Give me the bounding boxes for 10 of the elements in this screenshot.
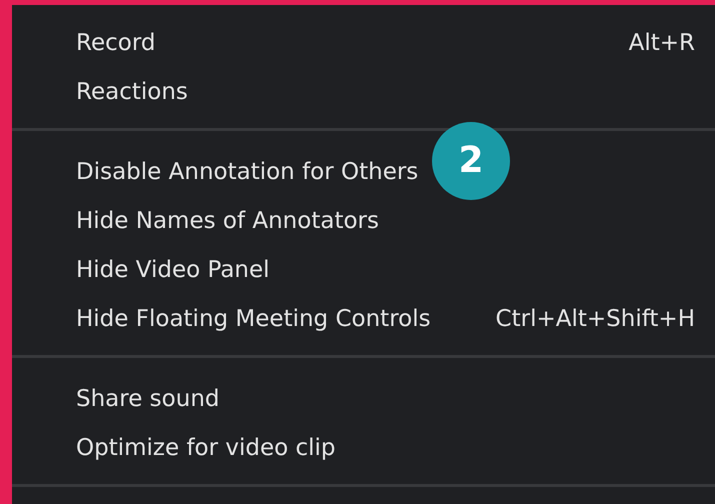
- shortcut-label: Alt+R: [628, 29, 695, 58]
- menu-item[interactable]: Hide Floating Meeting Controls: [76, 302, 431, 337]
- menu-item[interactable]: Optimize for video clip: [76, 431, 336, 466]
- menu-item[interactable]: Reactions: [76, 75, 188, 110]
- menu-item[interactable]: Share sound: [76, 382, 220, 417]
- menu-item[interactable]: Hide Names of Annotators: [76, 204, 379, 239]
- menu-item[interactable]: Disable Annotation for Others: [76, 155, 418, 190]
- menu-item[interactable]: Hide Video Panel: [76, 253, 270, 288]
- shortcut-label: Ctrl+Alt+Shift+H: [496, 305, 695, 334]
- menu-item[interactable]: Record: [76, 26, 156, 61]
